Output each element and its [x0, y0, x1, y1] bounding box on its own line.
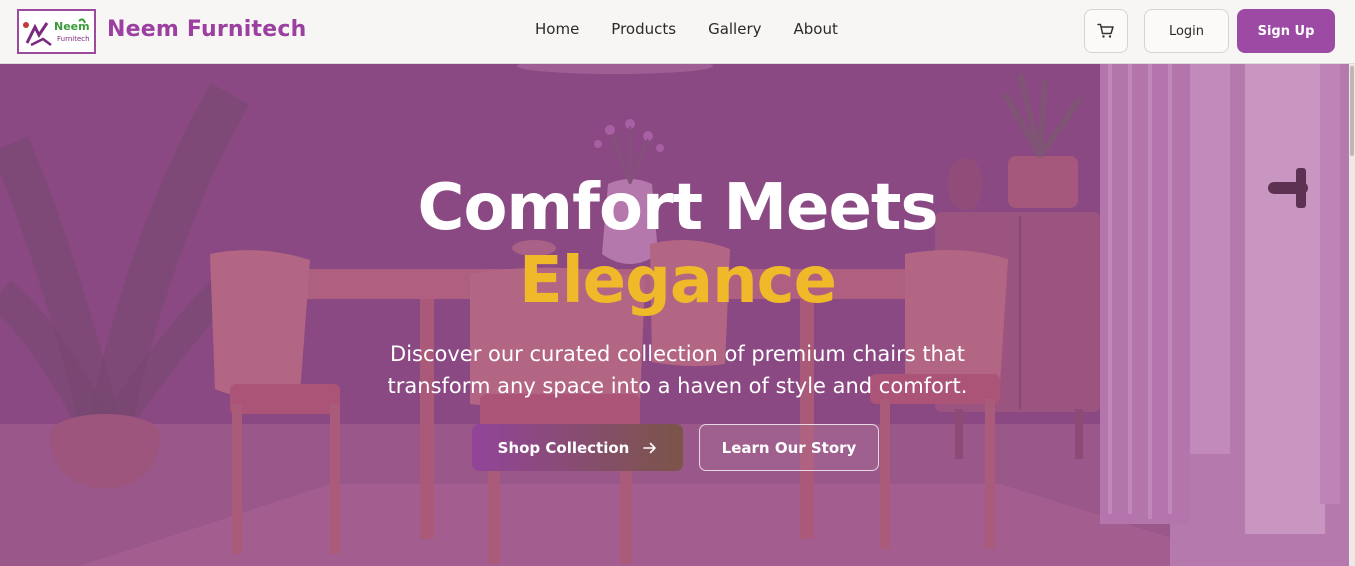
scrollbar-thumb[interactable] [1350, 66, 1354, 156]
shop-collection-label: Shop Collection [497, 438, 630, 457]
logo-text-bottom: Furnitech [57, 35, 90, 43]
brand-logo[interactable]: Neem Furnitech [17, 9, 96, 54]
chair-logo-icon: Neem Furnitech [22, 17, 90, 46]
hero-title-line2: Elegance [519, 244, 837, 318]
signup-button[interactable]: Sign Up [1237, 9, 1335, 53]
shopping-cart-icon [1097, 23, 1114, 38]
nav-link-about[interactable]: About [794, 20, 838, 38]
learn-our-story-button[interactable]: Learn Our Story [699, 424, 879, 471]
nav-link-gallery[interactable]: Gallery [708, 20, 761, 38]
navbar: Neem Furnitech Neem Furnitech Home Produ… [0, 0, 1355, 64]
shop-collection-button[interactable]: Shop Collection [472, 424, 683, 471]
nav-link-home[interactable]: Home [535, 20, 579, 38]
brand-name[interactable]: Neem Furnitech [107, 17, 306, 42]
arrow-right-icon [643, 442, 657, 453]
hero-subtitle: Discover our curated collection of premi… [387, 342, 968, 398]
cart-button[interactable] [1084, 9, 1128, 53]
hero-title-line1: Comfort Meets [417, 171, 938, 245]
nav-link-products[interactable]: Products [611, 20, 676, 38]
login-button[interactable]: Login [1144, 9, 1229, 53]
main-nav: Home Products Gallery About [535, 20, 870, 38]
